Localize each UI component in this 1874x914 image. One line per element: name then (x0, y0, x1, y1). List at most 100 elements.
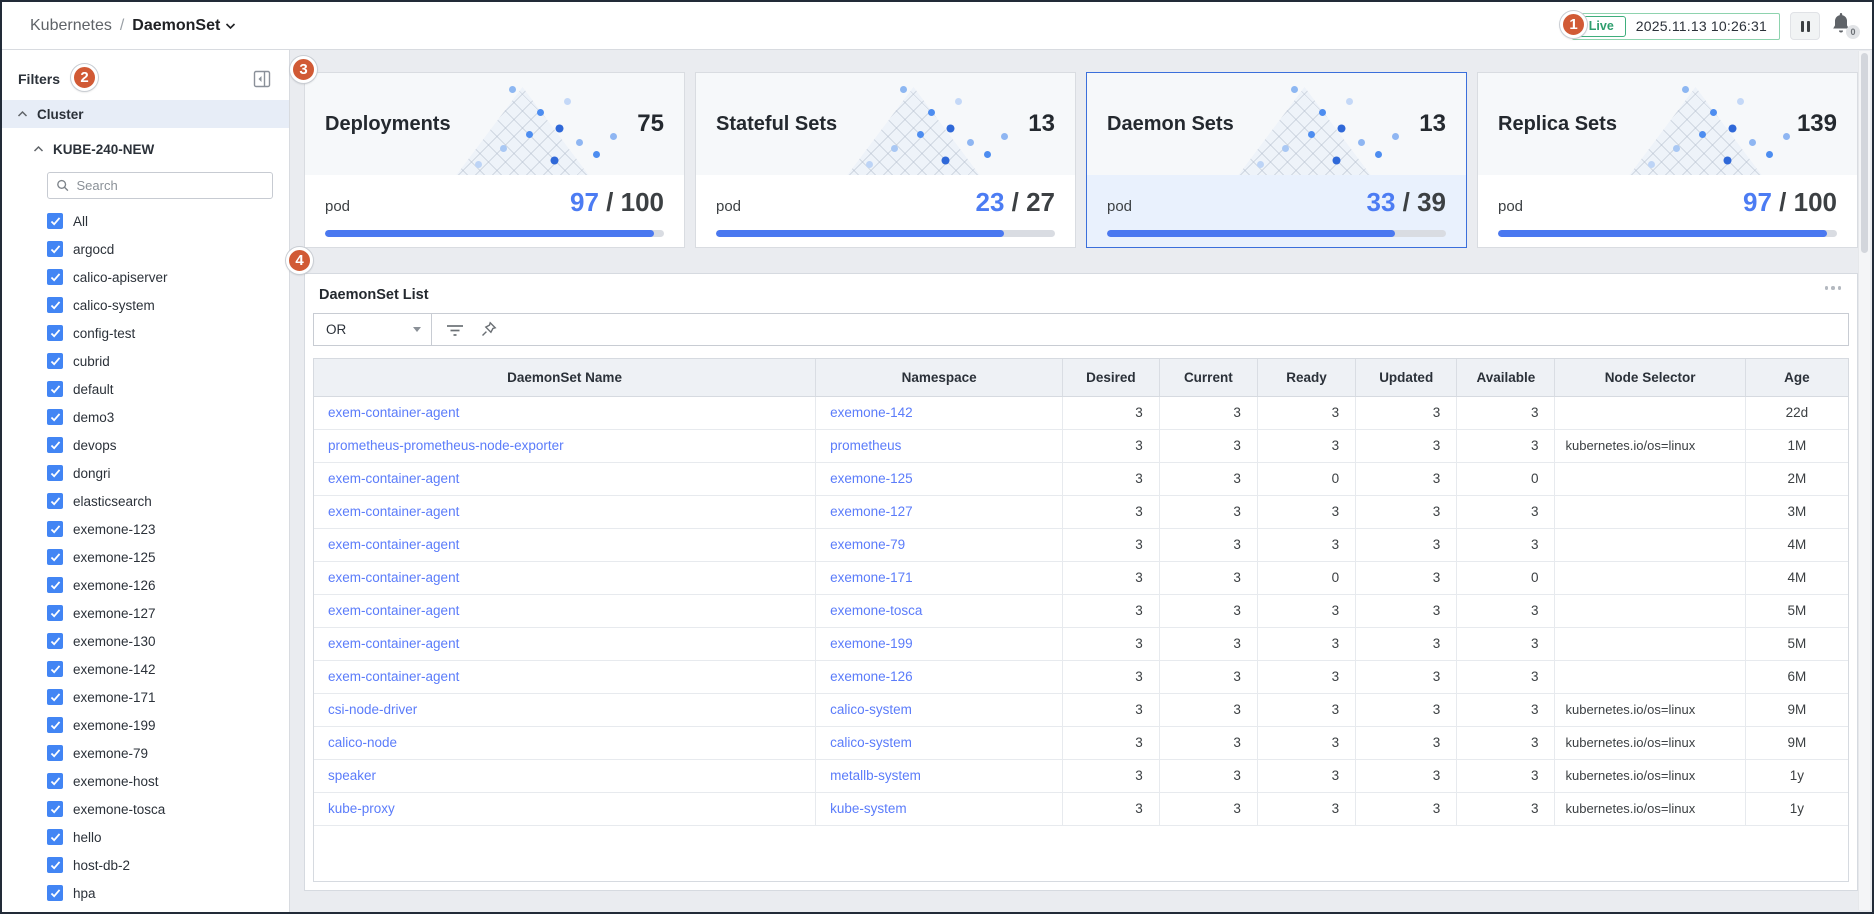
checkbox-checked-icon[interactable] (47, 521, 63, 537)
checkbox-checked-icon[interactable] (47, 297, 63, 313)
cell-namespace[interactable]: exemone-79 (816, 528, 1063, 561)
card-stateful-sets[interactable]: Stateful Sets 13 pod 23 / 27 (695, 72, 1076, 248)
cluster-node[interactable]: KUBE-240-NEW (2, 136, 289, 162)
filter-operator-select[interactable]: OR (314, 314, 432, 345)
cell-namespace[interactable]: exemone-125 (816, 462, 1063, 495)
checkbox-checked-icon[interactable] (47, 885, 63, 901)
checkbox-checked-icon[interactable] (47, 857, 63, 873)
namespace-search-box[interactable] (47, 172, 273, 199)
card-replica-sets[interactable]: Replica Sets 139 pod 97 / 100 (1477, 72, 1858, 248)
card-daemon-sets[interactable]: Daemon Sets 13 pod 33 / 39 (1086, 72, 1467, 248)
checkbox-checked-icon[interactable] (47, 829, 63, 845)
cell-daemonset-name[interactable]: kube-proxy (314, 792, 816, 825)
checkbox-checked-icon[interactable] (47, 577, 63, 593)
namespace-checkbox-item[interactable]: hello (47, 828, 289, 846)
cell-daemonset-name[interactable]: exem-container-agent (314, 528, 816, 561)
cell-daemonset-name[interactable]: exem-container-agent (314, 495, 816, 528)
namespace-checkbox-item[interactable]: dongri (47, 464, 289, 482)
namespace-checkbox-item[interactable]: argocd (47, 240, 289, 258)
table-row[interactable]: calico-node calico-system 3 3 3 3 3 kube… (314, 726, 1848, 759)
table-row[interactable]: exem-container-agent exemone-79 3 3 3 3 … (314, 528, 1848, 561)
col-header-available[interactable]: Available (1457, 359, 1555, 396)
namespace-checkbox-item[interactable]: calico-system (47, 296, 289, 314)
cell-namespace[interactable]: calico-system (816, 693, 1063, 726)
table-row[interactable]: exem-container-agent exemone-125 3 3 0 3… (314, 462, 1848, 495)
search-input[interactable] (77, 178, 264, 193)
cell-daemonset-name[interactable]: exem-container-agent (314, 396, 816, 429)
namespace-checkbox-item[interactable]: default (47, 380, 289, 398)
col-header-ready[interactable]: Ready (1257, 359, 1355, 396)
table-row[interactable]: csi-node-driver calico-system 3 3 3 3 3 … (314, 693, 1848, 726)
cell-namespace[interactable]: prometheus (816, 429, 1063, 462)
cell-namespace[interactable]: exemone-171 (816, 561, 1063, 594)
table-row[interactable]: exem-container-agent exemone-171 3 3 0 3… (314, 561, 1848, 594)
cluster-section-header[interactable]: Cluster (2, 100, 289, 128)
namespace-checkbox-item[interactable]: demo3 (47, 408, 289, 426)
namespace-checkbox-item[interactable]: config-test (47, 324, 289, 342)
cell-daemonset-name[interactable]: exem-container-agent (314, 594, 816, 627)
window-scrollbar[interactable] (1858, 51, 1870, 910)
cell-namespace[interactable]: metallb-system (816, 759, 1063, 792)
cell-daemonset-name[interactable]: csi-node-driver (314, 693, 816, 726)
namespace-checkbox-item[interactable]: exemone-142 (47, 660, 289, 678)
table-row[interactable]: exem-container-agent exemone-tosca 3 3 3… (314, 594, 1848, 627)
cell-daemonset-name[interactable]: prometheus-prometheus-node-exporter (314, 429, 816, 462)
table-row[interactable]: exem-container-agent exemone-199 3 3 3 3… (314, 627, 1848, 660)
checkbox-checked-icon[interactable] (47, 465, 63, 481)
namespace-checkbox-item[interactable]: hpa (47, 884, 289, 902)
checkbox-checked-icon[interactable] (47, 213, 63, 229)
cell-daemonset-name[interactable]: speaker (314, 759, 816, 792)
col-header-updated[interactable]: Updated (1356, 359, 1457, 396)
col-header-desired[interactable]: Desired (1063, 359, 1160, 396)
checkbox-checked-icon[interactable] (47, 381, 63, 397)
cell-daemonset-name[interactable]: exem-container-agent (314, 627, 816, 660)
col-header-node-selector[interactable]: Node Selector (1555, 359, 1745, 396)
live-time-box[interactable]: Live 2025.11.13 10:26:31 (1572, 13, 1780, 40)
checkbox-checked-icon[interactable] (47, 549, 63, 565)
col-header-current[interactable]: Current (1159, 359, 1257, 396)
cell-namespace[interactable]: exemone-tosca (816, 594, 1063, 627)
col-header-namespace[interactable]: Namespace (816, 359, 1063, 396)
cell-namespace[interactable]: calico-system (816, 726, 1063, 759)
breadcrumb-kubernetes[interactable]: Kubernetes (30, 17, 112, 35)
cell-daemonset-name[interactable]: calico-node (314, 726, 816, 759)
checkbox-checked-icon[interactable] (47, 745, 63, 761)
card-deployments[interactable]: Deployments 75 pod 97 / 100 (304, 72, 685, 248)
page-title-dropdown[interactable]: DaemonSet (132, 17, 236, 35)
namespace-checkbox-item[interactable]: exemone-130 (47, 632, 289, 650)
cell-daemonset-name[interactable]: exem-container-agent (314, 561, 816, 594)
checkbox-checked-icon[interactable] (47, 493, 63, 509)
checkbox-checked-icon[interactable] (47, 633, 63, 649)
table-row[interactable]: exem-container-agent exemone-142 3 3 3 3… (314, 396, 1848, 429)
cell-namespace[interactable]: exemone-127 (816, 495, 1063, 528)
checkbox-checked-icon[interactable] (47, 801, 63, 817)
checkbox-checked-icon[interactable] (47, 353, 63, 369)
namespace-checkbox-item[interactable]: exemone-123 (47, 520, 289, 538)
namespace-checkbox-item[interactable]: exemone-79 (47, 744, 289, 762)
checkbox-checked-icon[interactable] (47, 269, 63, 285)
table-row[interactable]: exem-container-agent exemone-127 3 3 3 3… (314, 495, 1848, 528)
namespace-checkbox-item[interactable]: exemone-126 (47, 576, 289, 594)
notifications-button[interactable]: 0 (1830, 12, 1856, 40)
col-header-name[interactable]: DaemonSet Name (314, 359, 816, 396)
namespace-checkbox-item[interactable]: exemone-host (47, 772, 289, 790)
namespace-checkbox-item[interactable]: exemone-127 (47, 604, 289, 622)
checkbox-checked-icon[interactable] (47, 437, 63, 453)
table-row[interactable]: speaker metallb-system 3 3 3 3 3 kuberne… (314, 759, 1848, 792)
cell-namespace[interactable]: exemone-142 (816, 396, 1063, 429)
more-options-icon[interactable] (1825, 286, 1842, 290)
namespace-checkbox-item[interactable]: cubrid (47, 352, 289, 370)
checkbox-checked-icon[interactable] (47, 325, 63, 341)
cell-daemonset-name[interactable]: exem-container-agent (314, 462, 816, 495)
cell-daemonset-name[interactable]: exem-container-agent (314, 660, 816, 693)
pin-icon[interactable] (480, 321, 497, 338)
namespace-checkbox-item[interactable]: exemone-171 (47, 688, 289, 706)
namespace-checkbox-item[interactable]: calico-apiserver (47, 268, 289, 286)
checkbox-checked-icon[interactable] (47, 689, 63, 705)
filter-list-icon[interactable] (446, 323, 464, 337)
table-row[interactable]: exem-container-agent exemone-126 3 3 3 3… (314, 660, 1848, 693)
pause-button[interactable] (1790, 12, 1820, 40)
table-row[interactable]: kube-proxy kube-system 3 3 3 3 3 kuberne… (314, 792, 1848, 825)
cell-namespace[interactable]: exemone-199 (816, 627, 1063, 660)
checkbox-checked-icon[interactable] (47, 773, 63, 789)
